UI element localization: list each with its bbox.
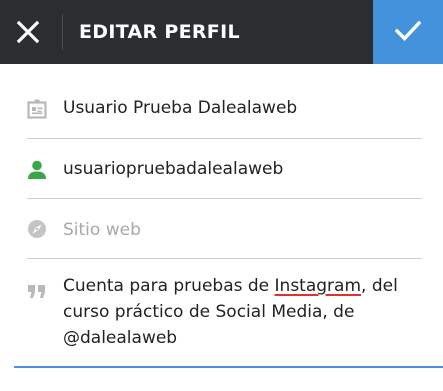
close-icon (16, 20, 40, 44)
close-button[interactable] (0, 0, 56, 64)
checkmark-icon (395, 20, 421, 41)
website-input[interactable]: Sitio web (63, 220, 141, 240)
edit-profile-screen: EDITAR PERFIL Usuario Prueba Dalealaweb … (0, 0, 443, 391)
confirm-button[interactable] (373, 0, 443, 64)
quote-icon (28, 285, 45, 298)
website-field[interactable]: Sitio web (0, 199, 443, 259)
compass-icon (28, 220, 46, 238)
bio-line-2: curso práctico de Social Media, de (63, 302, 355, 322)
username-field[interactable]: usuariopruebadalealaweb (0, 139, 443, 199)
page-title: EDITAR PERFIL (79, 21, 240, 43)
bio-textarea[interactable]: Cuenta para pruebas de Instagram, del cu… (63, 273, 398, 351)
person-icon (28, 160, 46, 179)
top-action-bar: EDITAR PERFIL (0, 0, 443, 64)
name-field[interactable]: Usuario Prueba Dalealaweb (0, 64, 443, 139)
bio-field-focus-underline (14, 366, 443, 368)
bio-text-segment: Cuenta para pruebas de (63, 276, 275, 296)
bio-line-3: @dalealaweb (63, 328, 178, 348)
bio-line-1: Cuenta para pruebas de Instagram, del (63, 273, 398, 299)
toolbar-divider (62, 14, 63, 50)
misspelled-word: Instagram (274, 276, 362, 296)
username-input[interactable]: usuariopruebadalealaweb (63, 159, 283, 179)
id-card-icon (27, 99, 47, 119)
bio-text-segment: , del (361, 276, 398, 296)
name-input[interactable]: Usuario Prueba Dalealaweb (63, 98, 297, 118)
